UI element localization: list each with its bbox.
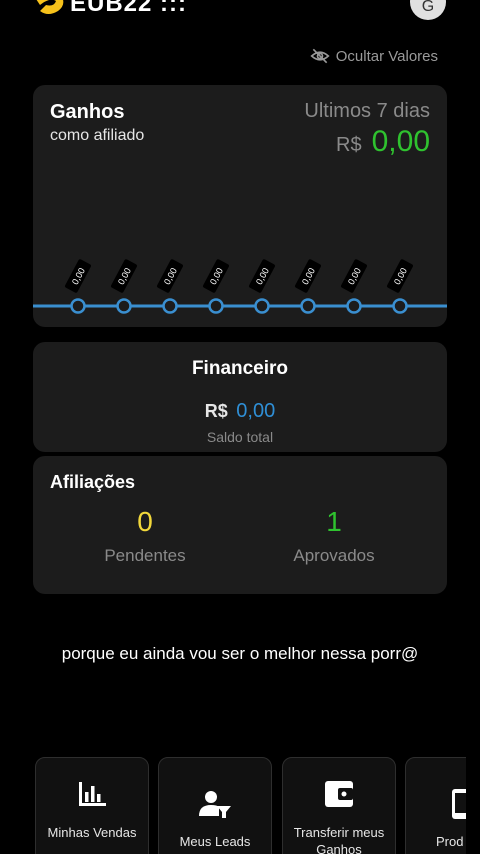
financial-balance-label: Saldo total	[206, 429, 274, 445]
phone-icon	[452, 789, 466, 819]
avatar[interactable]: G	[410, 0, 446, 20]
earnings-title: Ganhos	[50, 101, 125, 123]
earnings-total-value: 0,00	[371, 125, 430, 158]
financial-currency: R$	[204, 401, 228, 421]
data-label-tag: 0,00	[203, 259, 229, 293]
data-point[interactable]	[116, 298, 132, 314]
affiliations-approved[interactable]: 1 Aprovados	[254, 506, 414, 566]
data-point[interactable]	[346, 298, 362, 314]
menu-item-minhas-vendas[interactable]: Minhas Vendas	[35, 757, 149, 854]
affiliations-pending[interactable]: 0 Pendentes	[65, 506, 225, 566]
earnings-subtitle: como afiliado	[50, 127, 145, 144]
data-label-tag: 0,00	[295, 259, 321, 293]
overlay-caption: porque eu ainda vou ser o melhor nessa p…	[61, 644, 419, 663]
person-filter-icon	[199, 791, 231, 818]
data-label-tag: 0,00	[341, 259, 367, 293]
eye-off-icon	[310, 48, 330, 64]
earnings-period: Ultimos 7 dias	[304, 100, 430, 122]
menu-item-label: Transferir meus Ganhos	[293, 825, 385, 854]
data-point[interactable]	[254, 298, 270, 314]
affiliations-title: Afiliações	[50, 472, 136, 492]
earnings-currency: R$	[336, 134, 362, 156]
menu-item-meus-leads[interactable]: Meus Leads	[158, 757, 272, 854]
hide-values-toggle[interactable]: Ocultar Valores	[310, 46, 438, 66]
top-bar: EUB22 ::: G	[0, 0, 480, 20]
earnings-total: R$ 0,00	[336, 125, 430, 159]
data-point[interactable]	[300, 298, 316, 314]
affiliations-card: Afiliações 0 Pendentes 1 Aprovados	[33, 456, 447, 594]
financial-card[interactable]: Financeiro R$ 0,00 Saldo total	[33, 342, 447, 452]
logo-mark-icon	[36, 0, 64, 14]
app-logo[interactable]: EUB22 :::	[32, 0, 187, 18]
data-point[interactable]	[162, 298, 178, 314]
data-point[interactable]	[208, 298, 224, 314]
menu-item-transferir[interactable]: Transferir meus Ganhos	[282, 757, 396, 854]
financial-title: Financeiro	[191, 358, 289, 379]
data-label-tag: 0,00	[387, 259, 413, 293]
logo-text: EUB22 :::	[70, 0, 188, 17]
wallet-icon	[325, 781, 353, 807]
pending-count: 0	[137, 506, 153, 537]
earnings-card: 0,00 0,00 0,00 0,00 0,00 0,00 0,00 0,00 Ganhos …	[33, 85, 447, 327]
menu-item-label: Meus Leads	[179, 834, 251, 849]
data-point[interactable]	[70, 298, 86, 314]
financial-balance: R$ 0,00	[33, 400, 447, 423]
data-point[interactable]	[392, 298, 408, 314]
approved-label: Aprovados	[293, 546, 375, 565]
menu-item-label: Minhas Vendas	[47, 825, 137, 840]
menu-item-produtos[interactable]: Prod	[405, 757, 466, 854]
data-label-tag: 0,00	[157, 259, 183, 293]
bar-chart-icon	[79, 782, 106, 806]
data-label-tag: 0,00	[65, 259, 91, 293]
financial-balance-value: 0,00	[236, 400, 276, 422]
pending-label: Pendentes	[104, 546, 186, 565]
data-label-tag: 0,00	[111, 259, 137, 293]
hide-values-label: Ocultar Valores	[335, 47, 438, 65]
approved-count: 1	[326, 506, 342, 537]
data-label-tag: 0,00	[249, 259, 275, 293]
bottom-menu: Minhas Vendas Meus Leads Transferir meus…	[0, 757, 480, 854]
menu-item-label: Prod	[436, 834, 464, 849]
